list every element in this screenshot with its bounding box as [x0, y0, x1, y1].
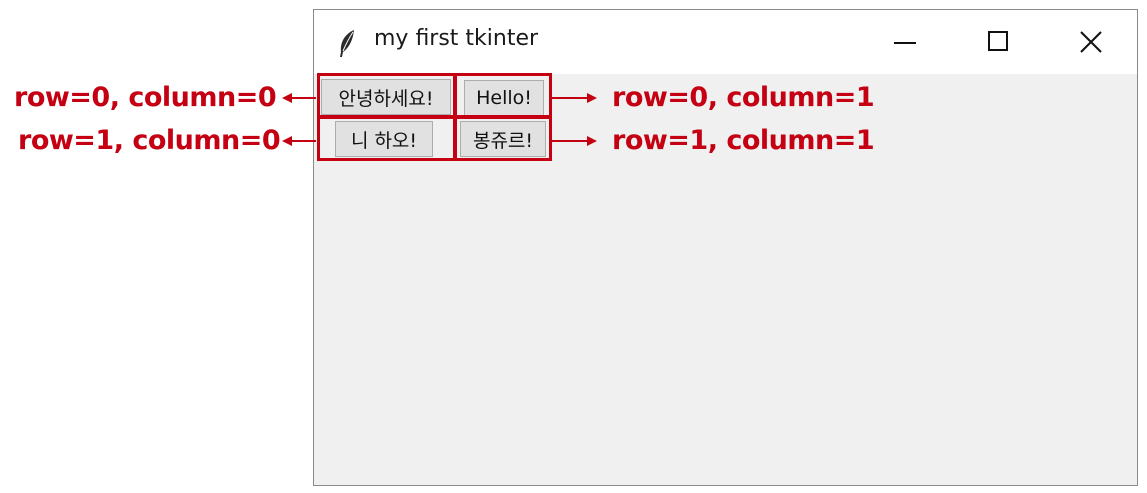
- screenshot-root: my first tkinter 안녕하세요! Hello! 니 하오! 봉쥬르…: [0, 0, 1147, 493]
- annotation-row0-col1: row=0, column=1: [612, 82, 875, 113]
- feather-icon: [340, 30, 354, 57]
- maximize-button[interactable]: [980, 24, 1016, 60]
- window-title: my first tkinter: [374, 26, 539, 51]
- button-row1-col1[interactable]: 봉쥬르!: [460, 121, 546, 157]
- minimize-button[interactable]: [887, 24, 923, 60]
- button-row1-col0[interactable]: 니 하오!: [335, 121, 433, 157]
- close-button[interactable]: [1073, 24, 1109, 60]
- title-bar[interactable]: my first tkinter: [314, 10, 1137, 74]
- arrow-row0-col0: [282, 93, 316, 103]
- arrow-row1-col0: [282, 136, 316, 146]
- maximize-icon: [988, 31, 1008, 51]
- annotation-row1-col1: row=1, column=1: [612, 125, 875, 156]
- close-icon: [1080, 31, 1102, 53]
- annotation-row0-col0: row=0, column=0: [14, 82, 277, 113]
- button-row0-col0[interactable]: 안녕하세요!: [321, 79, 451, 115]
- annotation-row1-col0: row=1, column=0: [18, 125, 281, 156]
- button-row0-col1[interactable]: Hello!: [464, 80, 544, 116]
- minimize-icon: [894, 42, 916, 44]
